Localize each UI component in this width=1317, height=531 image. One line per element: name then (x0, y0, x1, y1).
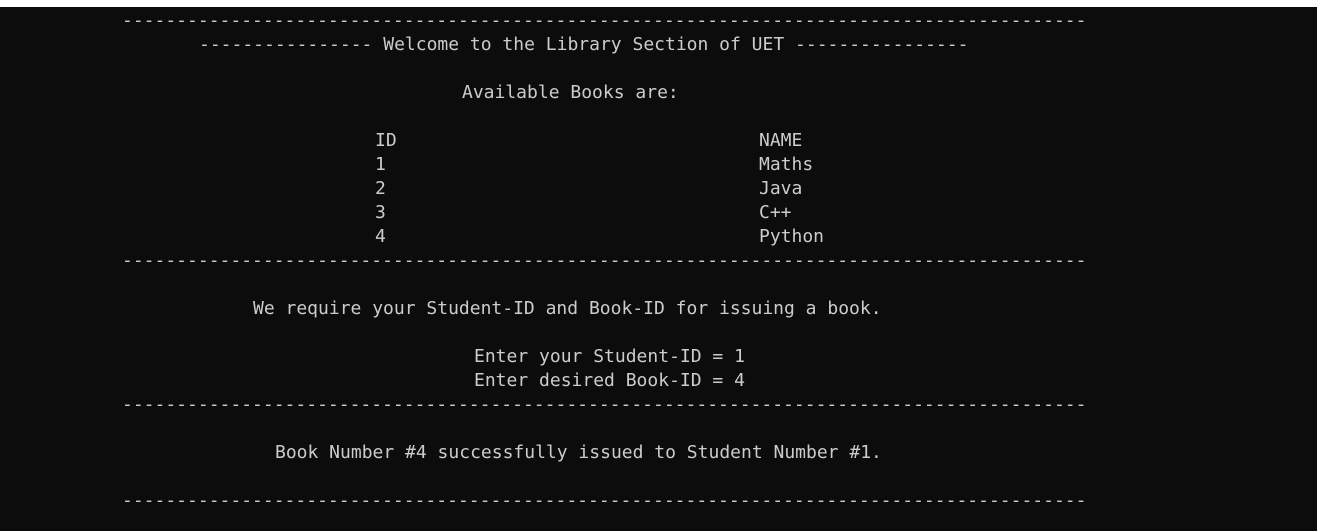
requirement-message: We require your Student-ID and Book-ID f… (253, 298, 882, 319)
separator-line: ----------------------------------------… (122, 394, 1087, 415)
book-row-id: 4 (375, 226, 386, 247)
student-id-prompt[interactable]: Enter your Student-ID = 1 (474, 345, 745, 369)
book-row-id: 1 (375, 154, 386, 175)
separator-line-bottom: ----------------------------------------… (122, 490, 1087, 511)
available-books-heading: Available Books are: (462, 82, 679, 103)
success-message: Book Number #4 successfully issued to St… (275, 442, 882, 463)
book-row-id: 3 (375, 202, 386, 223)
book-row-name: Java (759, 178, 803, 199)
book-row-name: Maths (759, 154, 814, 175)
window-top-edge (0, 0, 1317, 7)
book-id-prompt[interactable]: Enter desired Book-ID = 4 (474, 369, 745, 393)
welcome-banner: ---------------- Welcome to the Library … (199, 34, 969, 55)
separator-line: ----------------------------------------… (122, 250, 1087, 271)
separator-line-top: ----------------------------------------… (122, 10, 1087, 31)
book-row-name: C++ (759, 202, 792, 223)
book-row-name: Python (759, 226, 825, 247)
table-header-id: ID (375, 130, 397, 151)
console-output[interactable]: ----------------------------------------… (0, 7, 1317, 531)
book-row-id: 2 (375, 178, 386, 199)
table-header-name: NAME (759, 130, 803, 151)
